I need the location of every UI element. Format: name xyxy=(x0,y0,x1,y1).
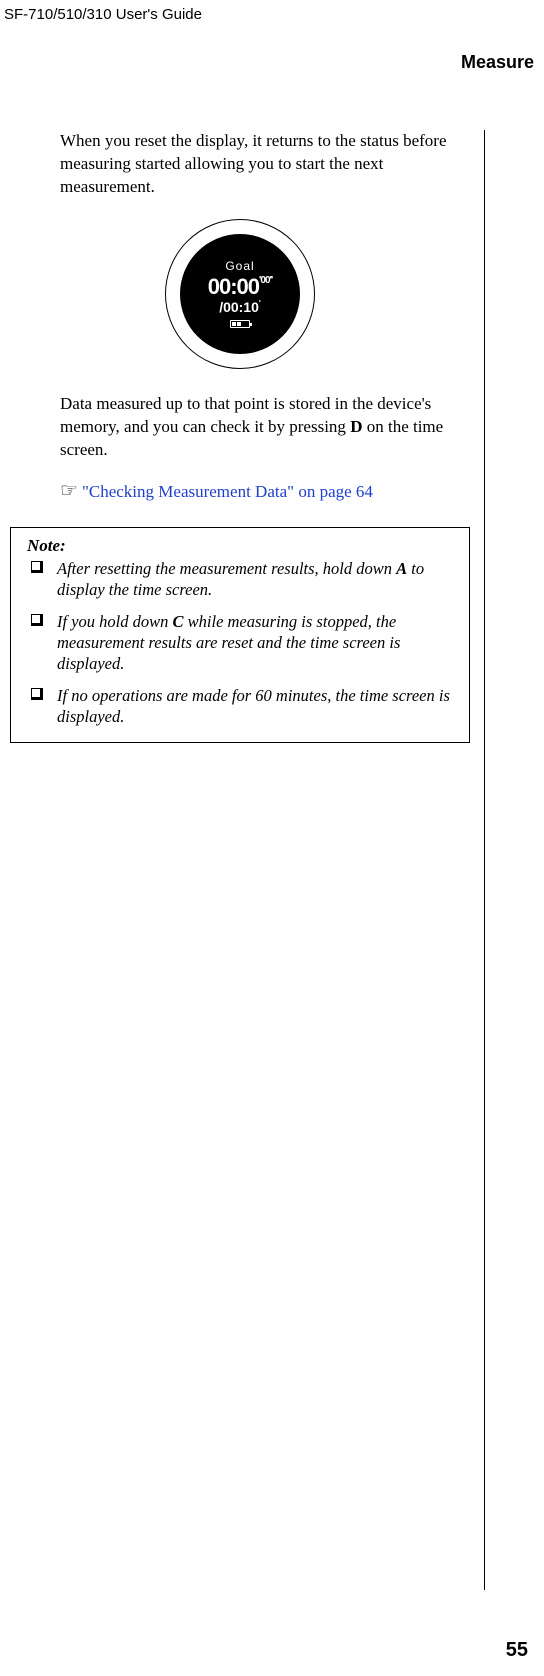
note-text-pre: After resetting the measurement results,… xyxy=(57,559,396,578)
watch-goal-label: Goal xyxy=(225,259,254,273)
page-number: 55 xyxy=(506,1639,528,1662)
header-section: Measure xyxy=(461,52,534,73)
body-paragraph-2: Data measured up to that point is stored… xyxy=(60,393,470,462)
bullet-box-icon xyxy=(31,561,43,573)
note-item: After resetting the measurement results,… xyxy=(27,558,453,601)
bullet-box-icon xyxy=(31,614,43,626)
watch-main-fraction: '00'' xyxy=(259,275,272,286)
watch-illustration: Goal 00:00'00'' /00:10' xyxy=(10,219,470,369)
watch-main-time: 00:00'00'' xyxy=(208,276,273,298)
hand-pointer-icon: ☞ xyxy=(60,480,78,502)
content-column: When you reset the display, it returns t… xyxy=(10,130,485,1590)
battery-segment xyxy=(237,322,241,326)
note-item-text: If no operations are made for 60 minutes… xyxy=(57,685,453,728)
watch-sub-fraction: ' xyxy=(259,299,261,308)
cross-reference: ☞"Checking Measurement Data" on page 64 xyxy=(60,478,470,505)
note-item-text: If you hold down C while measuring is st… xyxy=(57,611,453,675)
watch-face: Goal 00:00'00'' /00:10' xyxy=(180,234,300,354)
note-item-text: After resetting the measurement results,… xyxy=(57,558,453,601)
battery-segment xyxy=(232,322,236,326)
note-text-pre: If you hold down xyxy=(57,612,173,631)
note-box: Note: After resetting the measurement re… xyxy=(10,527,470,743)
watch-bezel: Goal 00:00'00'' /00:10' xyxy=(165,219,315,369)
note-text-pre: If no operations are made for 60 minutes… xyxy=(57,686,450,726)
note-item: If no operations are made for 60 minutes… xyxy=(27,685,453,728)
bullet-box-icon xyxy=(31,688,43,700)
note-key: A xyxy=(396,559,407,578)
p2-key-d: D xyxy=(350,417,362,436)
watch-sub-time: /00:10' xyxy=(219,300,261,314)
watch-sub-digits: /00:10 xyxy=(219,299,259,315)
note-list: After resetting the measurement results,… xyxy=(27,558,453,728)
cross-reference-link[interactable]: "Checking Measurement Data" on page 64 xyxy=(82,482,373,501)
header-model: SF-710/510/310 User's Guide xyxy=(4,6,202,23)
battery-icon xyxy=(230,320,250,328)
watch-main-digits: 00:00 xyxy=(208,274,259,299)
note-title: Note: xyxy=(27,536,453,556)
body-paragraph-1: When you reset the display, it returns t… xyxy=(60,130,470,199)
note-item: If you hold down C while measuring is st… xyxy=(27,611,453,675)
note-key: C xyxy=(173,612,184,631)
